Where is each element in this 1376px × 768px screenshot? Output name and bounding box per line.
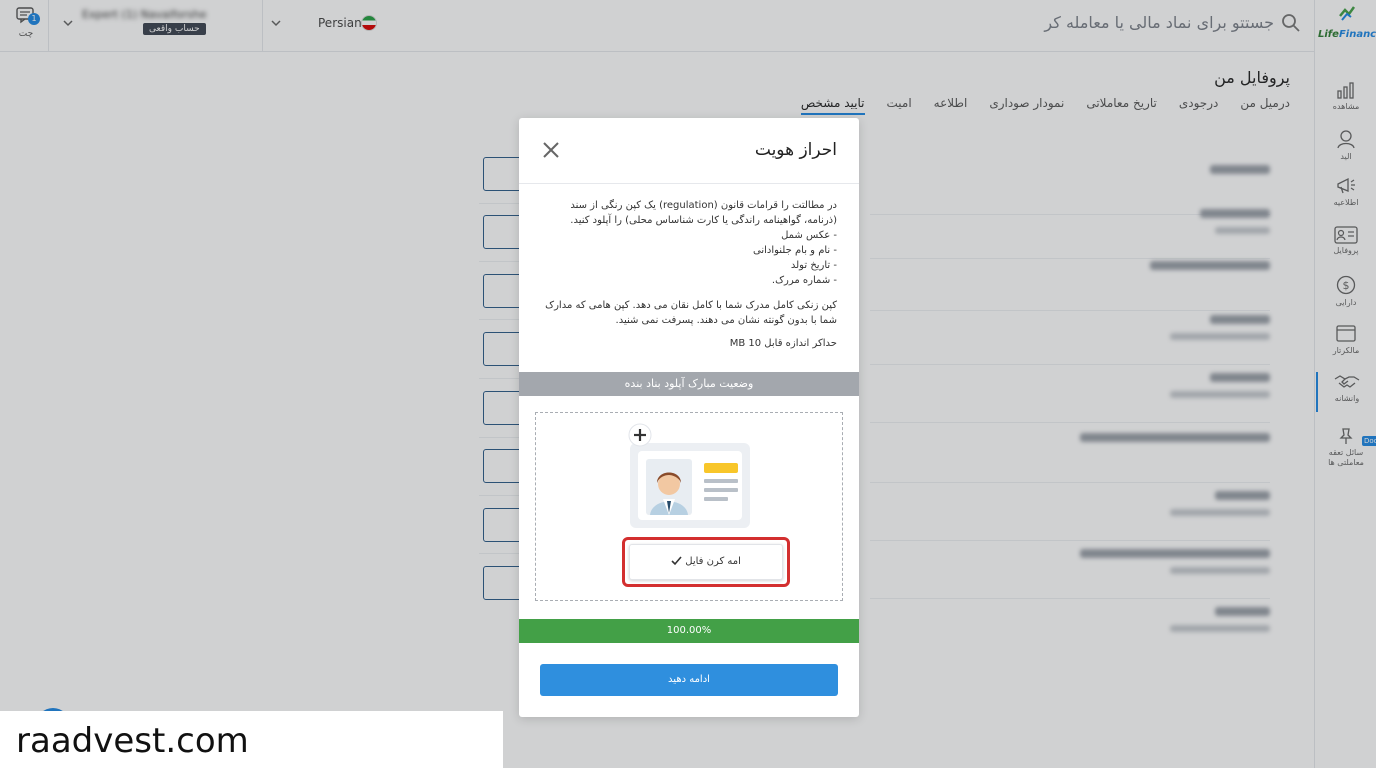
requirement-item: - عکس شمل xyxy=(781,230,837,241)
file-drop-zone[interactable]: امه کرن فایل xyxy=(535,412,843,601)
modal-header: احراز هویت xyxy=(519,118,859,184)
choose-file-label: امه کرن فایل xyxy=(685,556,741,567)
modal-title: احراز هویت xyxy=(754,140,837,160)
identity-verification-modal: احراز هویت در مطالتت را قرامات قانون (re… xyxy=(519,118,859,717)
upload-status-bar: وضعیت مبارک آپلود بناد بنده xyxy=(519,372,859,396)
watermark-banner: raadvest.com xyxy=(0,711,503,768)
watermark-text: raadvest.com xyxy=(16,721,249,761)
upload-progress-bar: 100.00% xyxy=(519,619,859,643)
modal-instructions: در مطالتت را قرامات قانون (regulation) ی… xyxy=(537,198,837,359)
instructions-note: کپن زنکی کامل مدرک شما با کامل نقان می د… xyxy=(545,300,837,326)
requirement-item: - شماره مررک. xyxy=(771,275,837,286)
choose-file-button[interactable]: امه کرن فایل xyxy=(629,544,783,580)
requirement-item: - تاریخ تولد xyxy=(790,260,837,271)
id-card-upload-illustration-icon xyxy=(628,423,750,528)
close-icon[interactable] xyxy=(541,140,561,160)
instructions-intro: در مطالتت را قرامات قانون (regulation) ی… xyxy=(570,200,837,226)
requirement-item: - نام و بام جلنوادانی xyxy=(753,245,837,256)
checkmark-icon xyxy=(671,556,682,566)
continue-button[interactable]: ادامه دهید xyxy=(540,664,838,696)
highlight-frame: امه کرن فایل xyxy=(622,537,790,587)
max-file-size: حداکر اندازه قابل MB 10 xyxy=(729,338,837,349)
